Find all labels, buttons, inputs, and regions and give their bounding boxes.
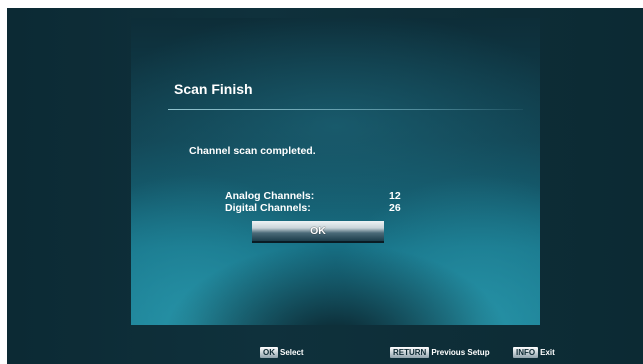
- ok-button[interactable]: OK: [252, 221, 384, 243]
- ok-key-badge: OK: [260, 347, 278, 358]
- hint-previous-setup: RETURN Previous Setup: [390, 347, 490, 359]
- footer-hint-bar: OK Select RETURN Previous Setup INFO Exit: [7, 345, 643, 361]
- select-hint-label: Select: [280, 348, 304, 357]
- analog-channels-count: 12: [389, 190, 401, 202]
- analog-channels-label: Analog Channels:: [225, 190, 315, 202]
- dialog-title: Scan Finish: [174, 81, 253, 97]
- hint-exit: INFO Exit: [513, 347, 555, 359]
- tv-screen: Scan Finish Channel scan completed. Anal…: [7, 8, 643, 364]
- digital-channels-label: Digital Channels:: [225, 202, 311, 214]
- exit-hint-label: Exit: [540, 348, 555, 357]
- return-key-badge: RETURN: [390, 347, 430, 358]
- digital-channels-count: 26: [389, 202, 401, 214]
- analog-channels-row: Analog Channels: 12: [225, 190, 425, 202]
- scan-finish-dialog: Scan Finish Channel scan completed. Anal…: [131, 18, 540, 325]
- title-divider: [168, 109, 523, 110]
- scan-complete-message: Channel scan completed.: [189, 145, 316, 157]
- info-key-badge: INFO: [513, 347, 539, 358]
- digital-channels-row: Digital Channels: 26: [225, 202, 425, 214]
- hint-select: OK Select: [260, 347, 304, 359]
- previous-setup-hint-label: Previous Setup: [431, 348, 490, 357]
